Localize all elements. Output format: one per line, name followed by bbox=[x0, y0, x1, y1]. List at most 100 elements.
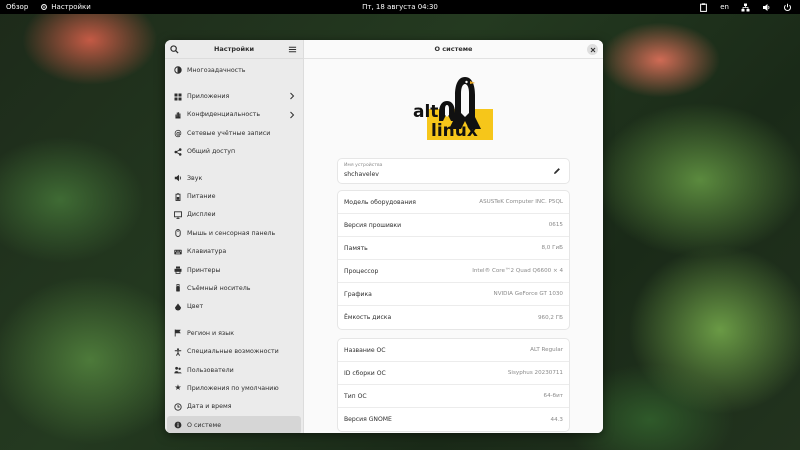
at-icon: @ bbox=[174, 128, 182, 138]
apps-icon bbox=[174, 93, 182, 101]
hardware-row: Версия прошивки 0615 bbox=[338, 214, 569, 237]
device-name-label: Имя устройства bbox=[344, 163, 383, 168]
sidebar-item-label: Цвет bbox=[187, 303, 204, 311]
row-value: ASUSTeK Computer INC. P5QL bbox=[479, 199, 563, 205]
keyboard-icon bbox=[174, 248, 182, 256]
sidebar-item-displays[interactable]: Дисплеи bbox=[167, 206, 301, 224]
panel-header: О системе bbox=[304, 40, 603, 59]
chevron-right-icon bbox=[290, 93, 295, 100]
sidebar-item-keyboard[interactable]: Клавиатура bbox=[167, 243, 301, 261]
row-value: 0615 bbox=[548, 222, 563, 228]
settings-window: Настройки Многозадачность Приложения Кон… bbox=[165, 40, 603, 433]
display-icon bbox=[174, 211, 182, 219]
printer-icon bbox=[174, 266, 182, 274]
close-icon bbox=[590, 47, 595, 52]
mouse-icon bbox=[174, 229, 182, 238]
logo-text-alt: alt bbox=[413, 102, 438, 122]
sidebar-item-printers[interactable]: Принтеры bbox=[167, 261, 301, 279]
hand-icon bbox=[174, 111, 182, 119]
row-label: ID сборки ОС bbox=[344, 369, 386, 377]
sidebar-item-label: О системе bbox=[187, 421, 222, 429]
sidebar-item-color[interactable]: Цвет bbox=[167, 298, 301, 316]
hardware-row: Ёмкость диска 960,2 ГБ bbox=[338, 306, 569, 329]
logo-text-linux: linux bbox=[431, 121, 478, 141]
row-value: 64-бит bbox=[543, 393, 563, 399]
panel-title: О системе bbox=[434, 45, 473, 53]
hardware-row: Модель оборудования ASUSTeK Computer INC… bbox=[338, 191, 569, 214]
sidebar-item-label: Приложения bbox=[187, 93, 230, 101]
color-icon bbox=[174, 303, 182, 311]
sidebar-header: Настройки bbox=[165, 40, 303, 59]
hardware-row: Графика NVIDIA GeForce GT 1030 bbox=[338, 283, 569, 306]
sidebar-item-about[interactable]: О системе bbox=[167, 416, 301, 433]
os-card: Название ОС ALT Regular ID сборки ОС Sis… bbox=[338, 339, 569, 431]
sidebar-item-label: Многозадачность bbox=[187, 66, 246, 74]
sidebar-title: Настройки bbox=[213, 45, 255, 53]
sidebar-item-default-apps[interactable]: ★ Приложения по умолчанию bbox=[167, 379, 301, 397]
sidebar-item-label: Питание bbox=[187, 193, 216, 201]
share-icon bbox=[174, 148, 182, 156]
battery-icon bbox=[174, 192, 182, 201]
sidebar-item-privacy[interactable]: Конфиденциальность bbox=[167, 106, 301, 124]
sidebar-item-sound[interactable]: Звук bbox=[167, 169, 301, 187]
os-row: Тип ОС 64-бит bbox=[338, 385, 569, 408]
sidebar-item-mouse[interactable]: Мышь и сенсорная панель bbox=[167, 224, 301, 242]
sidebar-item-accessibility[interactable]: Специальные возможности bbox=[167, 342, 301, 360]
info-icon bbox=[174, 421, 182, 429]
sidebar-item-label: Приложения по умолчанию bbox=[187, 384, 279, 392]
sidebar-item-label: Пользователи bbox=[187, 366, 234, 374]
power-icon[interactable] bbox=[783, 3, 792, 12]
row-label: Модель оборудования bbox=[344, 198, 416, 206]
hardware-row: Процессор Intel® Core™2 Quad Q6600 × 4 bbox=[338, 260, 569, 283]
sidebar-item-label: Принтеры bbox=[187, 266, 221, 274]
about-panel: О системе alt linux Имя устройства shcha… bbox=[304, 40, 603, 433]
device-name-value: shchavelev bbox=[344, 171, 379, 178]
sidebar-item-label: Дисплеи bbox=[187, 211, 216, 219]
row-value: 44.3 bbox=[550, 416, 563, 423]
chevron-right-icon bbox=[290, 111, 295, 119]
sidebar-item-region[interactable]: Регион и язык bbox=[167, 324, 301, 342]
accessibility-icon bbox=[174, 347, 182, 356]
top-bar: Обзор Настройки Пт, 18 августа 04:30 en bbox=[0, 0, 800, 14]
sidebar-item-label: Общий доступ bbox=[187, 148, 236, 156]
sidebar-list: Многозадачность Приложения Конфиденциаль… bbox=[165, 59, 303, 433]
sidebar-item-date-time[interactable]: Дата и время bbox=[167, 398, 301, 416]
clock[interactable]: Пт, 18 августа 04:30 bbox=[362, 3, 438, 11]
sidebar-item-label: Регион и язык bbox=[187, 329, 235, 337]
sidebar: Настройки Многозадачность Приложения Кон… bbox=[165, 40, 304, 433]
flag-icon bbox=[174, 329, 182, 337]
clipboard-icon[interactable] bbox=[699, 2, 708, 12]
row-label: Версия GNOME bbox=[344, 416, 392, 423]
sidebar-item-label: Мышь и сенсорная панель bbox=[187, 229, 276, 237]
volume-icon[interactable] bbox=[762, 3, 771, 12]
users-icon bbox=[174, 366, 182, 374]
sidebar-item-label: Специальные возможности bbox=[187, 348, 279, 356]
hardware-row: Память 8,0 ГиБ bbox=[338, 237, 569, 260]
sidebar-item-label: Дата и время bbox=[187, 403, 232, 411]
sidebar-item-apps[interactable]: Приложения bbox=[167, 87, 301, 105]
hamburger-menu-icon[interactable] bbox=[288, 45, 297, 54]
sidebar-item-label: Звук bbox=[187, 174, 203, 182]
network-icon[interactable] bbox=[741, 3, 750, 12]
pencil-icon[interactable] bbox=[553, 167, 561, 175]
sidebar-item-multitasking[interactable]: Многозадачность bbox=[167, 61, 301, 79]
hardware-card: Модель оборудования ASUSTeK Computer INC… bbox=[338, 191, 569, 329]
sidebar-item-online-accounts[interactable]: @ Сетевые учётные записи bbox=[167, 124, 301, 142]
sidebar-item-power[interactable]: Питание bbox=[167, 187, 301, 205]
row-value: NVIDIA GeForce GT 1030 bbox=[493, 291, 563, 297]
device-name-field[interactable]: Имя устройства shchavelev bbox=[338, 159, 569, 183]
language-indicator[interactable]: en bbox=[720, 3, 729, 11]
star-icon: ★ bbox=[174, 383, 182, 393]
row-value: 960,2 ГБ bbox=[537, 314, 563, 321]
row-label: Ёмкость диска bbox=[344, 314, 392, 321]
row-value: Sisyphus 20230711 bbox=[507, 370, 563, 376]
row-label: Тип ОС bbox=[344, 392, 367, 400]
row-value: ALT Regular bbox=[530, 347, 563, 353]
sidebar-item-users[interactable]: Пользователи bbox=[167, 361, 301, 379]
sidebar-item-sharing[interactable]: Общий доступ bbox=[167, 143, 301, 161]
close-button[interactable] bbox=[587, 44, 598, 55]
os-row: Название ОС ALT Regular bbox=[338, 339, 569, 362]
usb-icon bbox=[174, 284, 182, 292]
sidebar-item-removable-media[interactable]: Съёмный носитель bbox=[167, 279, 301, 297]
row-value: 8,0 ГиБ bbox=[541, 245, 563, 251]
